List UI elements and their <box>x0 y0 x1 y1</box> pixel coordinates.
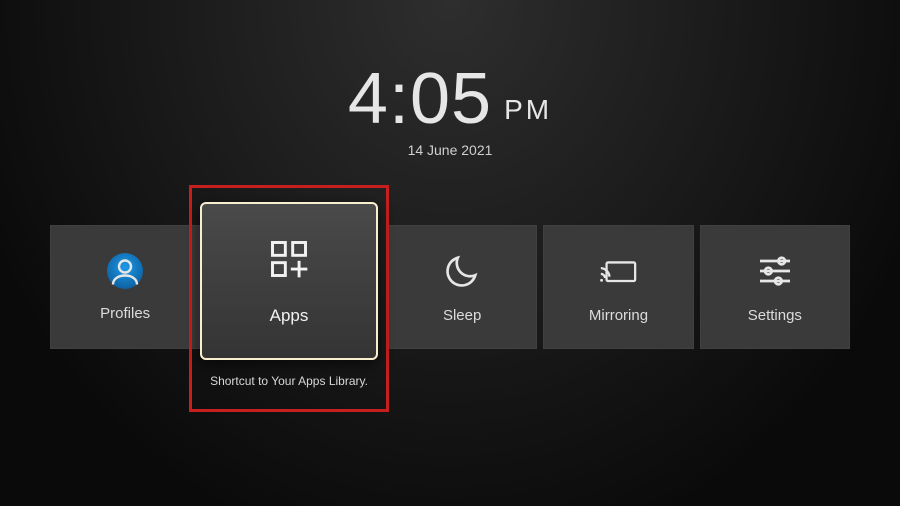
tile-profiles[interactable]: Profiles <box>50 225 200 349</box>
clock-date: 14 June 2021 <box>0 142 900 158</box>
sliders-icon <box>755 251 795 291</box>
apps-grid-icon <box>267 237 311 286</box>
quick-access-row: Profiles Sleep Mirroring Settings <box>0 225 900 349</box>
tile-settings[interactable]: Settings <box>700 225 850 349</box>
tile-apps-caption: Shortcut to Your Apps Library. <box>210 374 368 388</box>
clock-time: 4:05 PM <box>348 58 552 140</box>
tile-settings-label: Settings <box>748 307 802 324</box>
annotation-highlight-box: Apps Shortcut to Your Apps Library. <box>189 185 389 412</box>
tile-sleep-label: Sleep <box>443 307 481 324</box>
clock-block: 4:05 PM 14 June 2021 <box>0 0 900 158</box>
moon-icon <box>442 251 482 291</box>
tile-profiles-label: Profiles <box>100 305 150 322</box>
tile-apps-label: Apps <box>270 306 309 326</box>
clock-time-value: 4:05 <box>348 58 492 140</box>
mirroring-icon <box>598 251 638 291</box>
clock-ampm: PM <box>504 94 552 126</box>
tile-mirroring-label: Mirroring <box>589 307 648 324</box>
tile-sleep[interactable]: Sleep <box>387 225 537 349</box>
tile-mirroring[interactable]: Mirroring <box>543 225 693 349</box>
profile-avatar-icon <box>107 253 143 289</box>
tile-apps[interactable]: Apps <box>200 202 378 360</box>
